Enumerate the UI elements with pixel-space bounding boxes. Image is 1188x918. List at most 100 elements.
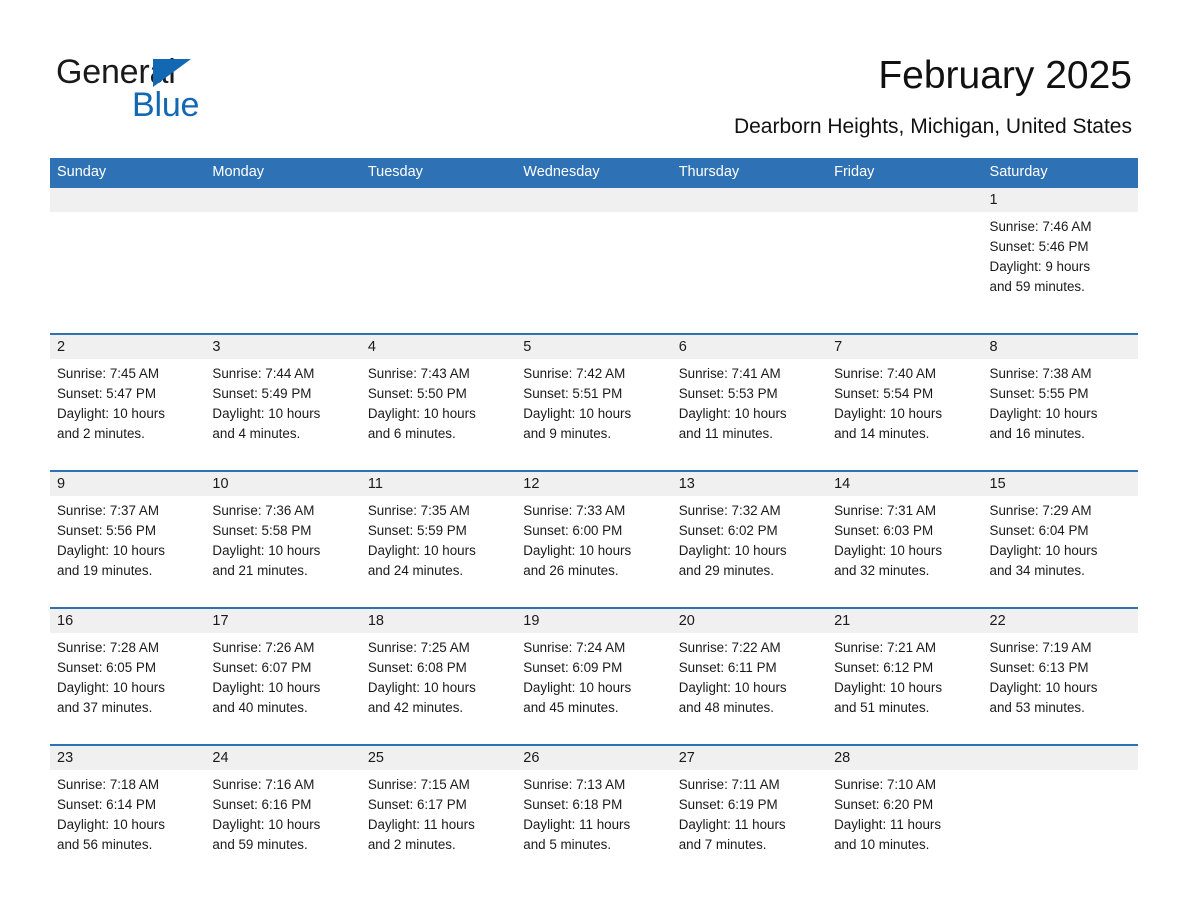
sunrise-text: Sunrise: 7:19 AM	[989, 640, 1092, 655]
day-cell[interactable]: 8 Sunrise: 7:38 AM Sunset: 5:55 PM Dayli…	[983, 335, 1138, 444]
day-cell[interactable]: 14 Sunrise: 7:31 AM Sunset: 6:03 PM Dayl…	[827, 472, 982, 581]
day-number: 17	[212, 613, 229, 629]
daylight-text-line1: Daylight: 10 hours	[523, 680, 632, 695]
day-cell[interactable]: 12 Sunrise: 7:33 AM Sunset: 6:00 PM Dayl…	[516, 472, 671, 581]
day-cell[interactable]: 4 Sunrise: 7:43 AM Sunset: 5:50 PM Dayli…	[361, 335, 516, 444]
day-cell[interactable]: 13 Sunrise: 7:32 AM Sunset: 6:02 PM Dayl…	[672, 472, 827, 581]
daylight-text-line2: and 32 minutes.	[834, 563, 930, 578]
day-info: Sunrise: 7:25 AM Sunset: 6:08 PM Dayligh…	[368, 633, 509, 718]
sunrise-text: Sunrise: 7:40 AM	[834, 366, 937, 381]
day-cell[interactable]: 21 Sunrise: 7:21 AM Sunset: 6:12 PM Dayl…	[827, 609, 982, 718]
calendar-grid: Sunday Monday Tuesday Wednesday Thursday…	[50, 158, 1138, 884]
day-cell[interactable]: 10 Sunrise: 7:36 AM Sunset: 5:58 PM Dayl…	[205, 472, 360, 581]
day-info: Sunrise: 7:35 AM Sunset: 5:59 PM Dayligh…	[368, 496, 509, 581]
day-number: 24	[212, 750, 229, 766]
daylight-text-line1: Daylight: 10 hours	[57, 406, 165, 421]
sunrise-text: Sunrise: 7:33 AM	[523, 503, 626, 518]
day-cell[interactable]: 18 Sunrise: 7:25 AM Sunset: 6:08 PM Dayl…	[361, 609, 516, 718]
day-cell[interactable]: 11 Sunrise: 7:35 AM Sunset: 5:59 PM Dayl…	[361, 472, 516, 581]
page-subtitle: Dearborn Heights, Michigan, United State…	[733, 115, 1132, 138]
sunset-text: Sunset: 5:46 PM	[989, 239, 1089, 254]
day-cell[interactable]: 6 Sunrise: 7:41 AM Sunset: 5:53 PM Dayli…	[672, 335, 827, 444]
day-cell[interactable]	[50, 188, 205, 297]
daylight-text-line2: and 29 minutes.	[678, 563, 774, 578]
day-cell[interactable]: 15 Sunrise: 7:29 AM Sunset: 6:04 PM Dayl…	[983, 472, 1138, 581]
day-cell[interactable]: 19 Sunrise: 7:24 AM Sunset: 6:09 PM Dayl…	[516, 609, 671, 718]
day-info	[57, 212, 198, 217]
day-cell[interactable]	[516, 188, 671, 297]
day-cell[interactable]: 24 Sunrise: 7:16 AM Sunset: 6:16 PM Dayl…	[205, 746, 360, 855]
day-info: Sunrise: 7:37 AM Sunset: 5:56 PM Dayligh…	[57, 496, 198, 581]
sunrise-text: Sunrise: 7:35 AM	[367, 503, 470, 518]
day-info: Sunrise: 7:19 AM Sunset: 6:13 PM Dayligh…	[990, 633, 1131, 718]
daylight-text-line2: and 4 minutes.	[212, 426, 301, 441]
sunrise-text: Sunrise: 7:43 AM	[367, 366, 470, 381]
day-cell[interactable]: 7 Sunrise: 7:40 AM Sunset: 5:54 PM Dayli…	[827, 335, 982, 444]
logo-text-blue: Blue	[132, 86, 200, 124]
daylight-text-line2: and 26 minutes.	[523, 563, 619, 578]
day-cell[interactable]: 16 Sunrise: 7:28 AM Sunset: 6:05 PM Dayl…	[50, 609, 205, 718]
day-number: 1	[989, 192, 998, 208]
day-cell[interactable]	[672, 188, 827, 297]
sunrise-text: Sunrise: 7:32 AM	[678, 503, 781, 518]
day-number: 11	[367, 476, 383, 492]
daylight-text-line2: and 48 minutes.	[678, 700, 774, 715]
day-cell[interactable]	[983, 746, 1138, 855]
day-cell[interactable]: 28 Sunrise: 7:10 AM Sunset: 6:20 PM Dayl…	[827, 746, 982, 855]
day-cell[interactable]	[205, 188, 360, 297]
sunrise-text: Sunrise: 7:37 AM	[57, 503, 159, 518]
daylight-text-line1: Daylight: 11 hours	[834, 817, 942, 832]
daylight-text-line2: and 6 minutes.	[367, 426, 456, 441]
sunrise-text: Sunrise: 7:36 AM	[212, 503, 315, 518]
sunset-text: Sunset: 6:02 PM	[678, 523, 778, 538]
day-cell[interactable]: 1 Sunrise: 7:46 AM Sunset: 5:46 PM Dayli…	[983, 188, 1138, 297]
day-cell[interactable]: 26 Sunrise: 7:13 AM Sunset: 6:18 PM Dayl…	[516, 746, 671, 855]
day-number: 28	[834, 750, 851, 766]
daylight-text-line1: Daylight: 10 hours	[678, 406, 787, 421]
day-cell[interactable]: 3 Sunrise: 7:44 AM Sunset: 5:49 PM Dayli…	[205, 335, 360, 444]
day-info: Sunrise: 7:18 AM Sunset: 6:14 PM Dayligh…	[57, 770, 198, 855]
daylight-text-line1: Daylight: 10 hours	[57, 543, 165, 558]
sunrise-text: Sunrise: 7:10 AM	[834, 777, 937, 792]
day-cell[interactable]: 17 Sunrise: 7:26 AM Sunset: 6:07 PM Dayl…	[205, 609, 360, 718]
day-cell[interactable]: 9 Sunrise: 7:37 AM Sunset: 5:56 PM Dayli…	[50, 472, 205, 581]
sunrise-text: Sunrise: 7:15 AM	[367, 777, 470, 792]
day-number: 9	[57, 476, 66, 492]
day-number: 2	[57, 339, 66, 355]
day-info	[368, 212, 509, 217]
daylight-text-line1: Daylight: 10 hours	[212, 543, 321, 558]
day-cell[interactable]: 22 Sunrise: 7:19 AM Sunset: 6:13 PM Dayl…	[983, 609, 1138, 718]
daylight-text-line2: and 16 minutes.	[989, 426, 1085, 441]
daylight-text-line1: Daylight: 10 hours	[367, 543, 476, 558]
day-cell[interactable]: 5 Sunrise: 7:42 AM Sunset: 5:51 PM Dayli…	[516, 335, 671, 444]
daylight-text-line1: Daylight: 10 hours	[678, 543, 787, 558]
sunset-text: Sunset: 6:17 PM	[367, 797, 467, 812]
day-cell[interactable]: 25 Sunrise: 7:15 AM Sunset: 6:17 PM Dayl…	[361, 746, 516, 855]
day-cell[interactable]: 27 Sunrise: 7:11 AM Sunset: 6:19 PM Dayl…	[672, 746, 827, 855]
day-info	[990, 770, 1131, 775]
generalblue-logo[interactable]: General Blue	[56, 52, 316, 128]
sunrise-text: Sunrise: 7:18 AM	[57, 777, 159, 792]
day-info: Sunrise: 7:42 AM Sunset: 5:51 PM Dayligh…	[523, 359, 664, 444]
daylight-text-line1: Daylight: 10 hours	[57, 680, 165, 695]
day-number: 25	[367, 750, 384, 766]
sunrise-text: Sunrise: 7:26 AM	[212, 640, 315, 655]
day-cell[interactable]	[827, 188, 982, 297]
day-number: 16	[57, 613, 74, 629]
day-info: Sunrise: 7:16 AM Sunset: 6:16 PM Dayligh…	[212, 770, 353, 855]
daylight-text-line2: and 14 minutes.	[834, 426, 930, 441]
day-info: Sunrise: 7:29 AM Sunset: 6:04 PM Dayligh…	[990, 496, 1131, 581]
day-cell[interactable]: 2 Sunrise: 7:45 AM Sunset: 5:47 PM Dayli…	[50, 335, 205, 444]
day-info: Sunrise: 7:33 AM Sunset: 6:00 PM Dayligh…	[523, 496, 664, 581]
day-cell[interactable]: 20 Sunrise: 7:22 AM Sunset: 6:11 PM Dayl…	[672, 609, 827, 718]
day-number: 14	[834, 476, 851, 492]
day-number: 23	[57, 750, 74, 766]
day-cell[interactable]: 23 Sunrise: 7:18 AM Sunset: 6:14 PM Dayl…	[50, 746, 205, 855]
daylight-text-line2: and 11 minutes.	[678, 426, 773, 441]
sunset-text: Sunset: 6:04 PM	[989, 523, 1089, 538]
calendar-week-row: 1 Sunrise: 7:46 AM Sunset: 5:46 PM Dayli…	[50, 186, 1138, 333]
day-cell[interactable]	[361, 188, 516, 297]
daylight-text-line2: and 53 minutes.	[989, 700, 1085, 715]
sunset-text: Sunset: 5:49 PM	[212, 386, 312, 401]
day-info	[679, 212, 820, 217]
